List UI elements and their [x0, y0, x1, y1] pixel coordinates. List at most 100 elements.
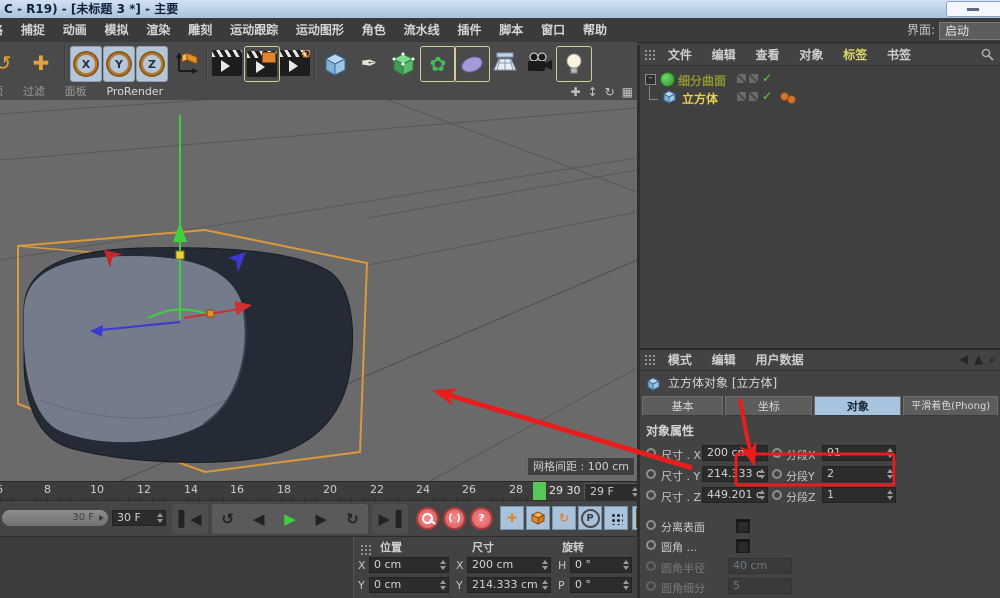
om-menu-tags[interactable]: 标签 — [843, 45, 867, 65]
timeline-range-slider[interactable]: 30 F — [2, 510, 108, 526]
animation-dot-icon[interactable] — [646, 448, 656, 458]
tree-row-subdivision-surface[interactable]: – 细分曲面 ✓ — [640, 70, 1000, 88]
attr-menu-mode[interactable]: 模式 — [668, 350, 692, 370]
size-z-field[interactable]: 449.201 c — [702, 487, 768, 503]
subdivision-surface-button[interactable] — [386, 46, 420, 80]
spinner-icon[interactable] — [440, 560, 446, 570]
undo-button[interactable]: ↺ — [0, 46, 20, 80]
search-icon[interactable] — [981, 48, 994, 61]
attr-menu-edit[interactable]: 编辑 — [712, 350, 736, 370]
lock-y-axis-button[interactable]: Y — [103, 46, 135, 82]
current-frame-field[interactable]: 29 F — [584, 483, 641, 501]
size-y-field[interactable]: 214.333 c — [702, 466, 768, 482]
light-button[interactable] — [556, 46, 592, 82]
record-rotation-toggle[interactable]: ↻ — [552, 506, 576, 530]
render-to-picture-viewer-button[interactable] — [244, 46, 280, 82]
pos-x-field[interactable]: 0 cm — [369, 557, 449, 573]
segments-x-field[interactable]: 91 — [822, 445, 896, 461]
spinner-icon[interactable] — [542, 560, 548, 570]
menu-item-pipeline[interactable]: 流水线 — [404, 18, 440, 42]
coordinate-system-button[interactable] — [170, 46, 204, 80]
rot-h-field[interactable]: 0 ° — [570, 557, 632, 573]
attr-menu-userdata[interactable]: 用户数据 — [756, 350, 804, 370]
goto-start-button[interactable]: ▌◀ — [172, 504, 208, 534]
size-x-field[interactable]: 200 cm — [702, 445, 768, 461]
segments-y-field[interactable]: 2 — [822, 466, 896, 482]
editor-visibility-toggle[interactable] — [737, 74, 746, 83]
menu-item-snap[interactable]: 捕捉 — [21, 18, 45, 42]
enabled-checkmark-icon[interactable]: ✓ — [762, 71, 772, 85]
spinner-icon[interactable] — [887, 469, 893, 479]
panel-grip-icon[interactable] — [644, 49, 656, 61]
panel-grip-icon[interactable] — [644, 354, 656, 366]
record-parameter-toggle[interactable]: P — [578, 506, 602, 530]
render-visibility-toggle[interactable] — [749, 74, 758, 83]
rot-p-field[interactable]: 0 ° — [570, 577, 632, 593]
play-backwards-button[interactable]: ↺ — [212, 504, 243, 534]
interface-dropdown[interactable]: 启动 — [939, 22, 1000, 40]
y-scale-handle[interactable] — [176, 251, 184, 259]
menu-item-script[interactable]: 脚本 — [499, 18, 523, 42]
mograph-button[interactable]: ✿ — [420, 46, 456, 82]
menu-item-simulate[interactable]: 模拟 — [105, 18, 129, 42]
point-level-animation-toggle[interactable] — [604, 506, 628, 530]
animation-dot-icon[interactable] — [772, 448, 782, 458]
tree-row-cube[interactable]: 立方体 ✓ — [640, 88, 1000, 106]
tab-coordinates[interactable]: 坐标 — [725, 396, 812, 416]
timeline-ruler[interactable]: 6 8 10 12 14 16 18 20 22 24 26 28 29 30 … — [0, 481, 637, 501]
toggle-view-icon[interactable]: ▦ — [622, 85, 633, 99]
tab-object[interactable]: 对象 — [814, 396, 901, 416]
minimize-button[interactable] — [946, 1, 1000, 17]
spinner-icon[interactable] — [759, 469, 765, 479]
tab-phong[interactable]: 平滑着色(Phong) — [903, 396, 998, 416]
spline-pen-button[interactable]: ✒ — [352, 46, 386, 80]
camera-button[interactable] — [522, 46, 556, 80]
menu-item-motion-tracker[interactable]: 运动跟踪 — [230, 18, 278, 42]
menu-item-mograph[interactable]: 运动图形 — [296, 18, 344, 42]
om-menu-objects[interactable]: 对象 — [799, 45, 823, 65]
object-name-selected[interactable]: 立方体 — [682, 90, 718, 107]
pan-view-icon[interactable]: ✚ — [570, 85, 580, 99]
animation-dot-icon[interactable] — [646, 520, 656, 530]
play-button[interactable]: ▶ — [274, 504, 305, 534]
environment-button[interactable] — [488, 46, 522, 80]
play-forward-loop-button[interactable]: ↻ — [337, 504, 368, 534]
menu-item-plugins[interactable]: 插件 — [457, 18, 481, 42]
cube-object[interactable] — [24, 248, 353, 463]
spinner-icon[interactable] — [623, 560, 629, 570]
tab-basic[interactable]: 基本 — [642, 396, 723, 416]
object-name[interactable]: 细分曲面 — [678, 72, 726, 89]
viewport-menu-panel[interactable]: 面板 — [65, 84, 87, 100]
3d-viewport[interactable]: 网格间距 : 100 cm — [0, 100, 637, 481]
viewport-menu-item[interactable]: 项 — [0, 84, 3, 100]
menu-item-help[interactable]: 帮助 — [583, 18, 607, 42]
goto-end-button[interactable]: ▶▐ — [372, 504, 408, 534]
lock-x-axis-button[interactable]: X — [70, 46, 102, 82]
size-x-field[interactable]: 200 cm — [467, 557, 551, 573]
om-menu-bookmarks[interactable]: 书签 — [887, 45, 911, 65]
pos-y-field[interactable]: 0 cm — [369, 577, 449, 593]
record-scale-toggle[interactable] — [526, 506, 550, 530]
add-primitive-button[interactable] — [318, 46, 352, 80]
animation-dot-icon[interactable] — [646, 490, 656, 500]
viewport-menu-filter[interactable]: 过滤 — [23, 84, 45, 100]
x-scale-handle[interactable] — [207, 310, 214, 317]
enabled-checkmark-icon[interactable]: ✓ — [762, 89, 772, 103]
spinner-icon[interactable] — [440, 580, 446, 590]
viewport-menu-prorender[interactable]: ProRender — [106, 84, 163, 100]
animation-dot-icon[interactable] — [772, 490, 782, 500]
menu-item-animate[interactable]: 动画 — [63, 18, 87, 42]
animation-dot-icon[interactable] — [646, 469, 656, 479]
menu-item-render[interactable]: 渲染 — [146, 18, 170, 42]
om-menu-edit[interactable]: 编辑 — [712, 45, 736, 65]
animation-dot-icon[interactable] — [772, 469, 782, 479]
spinner-icon[interactable] — [759, 490, 765, 500]
collapse-icon[interactable]: – — [645, 74, 656, 85]
render-settings-button[interactable]: ⚙ — [278, 46, 312, 80]
autokey-button[interactable]: ( ) — [443, 507, 466, 530]
move-tool-button[interactable]: ✚ — [24, 46, 58, 80]
record-keyframe-button[interactable] — [416, 507, 439, 530]
om-menu-view[interactable]: 查看 — [756, 45, 780, 65]
spinner-icon[interactable] — [542, 580, 548, 590]
next-frame-button[interactable]: ▶ — [306, 504, 337, 534]
